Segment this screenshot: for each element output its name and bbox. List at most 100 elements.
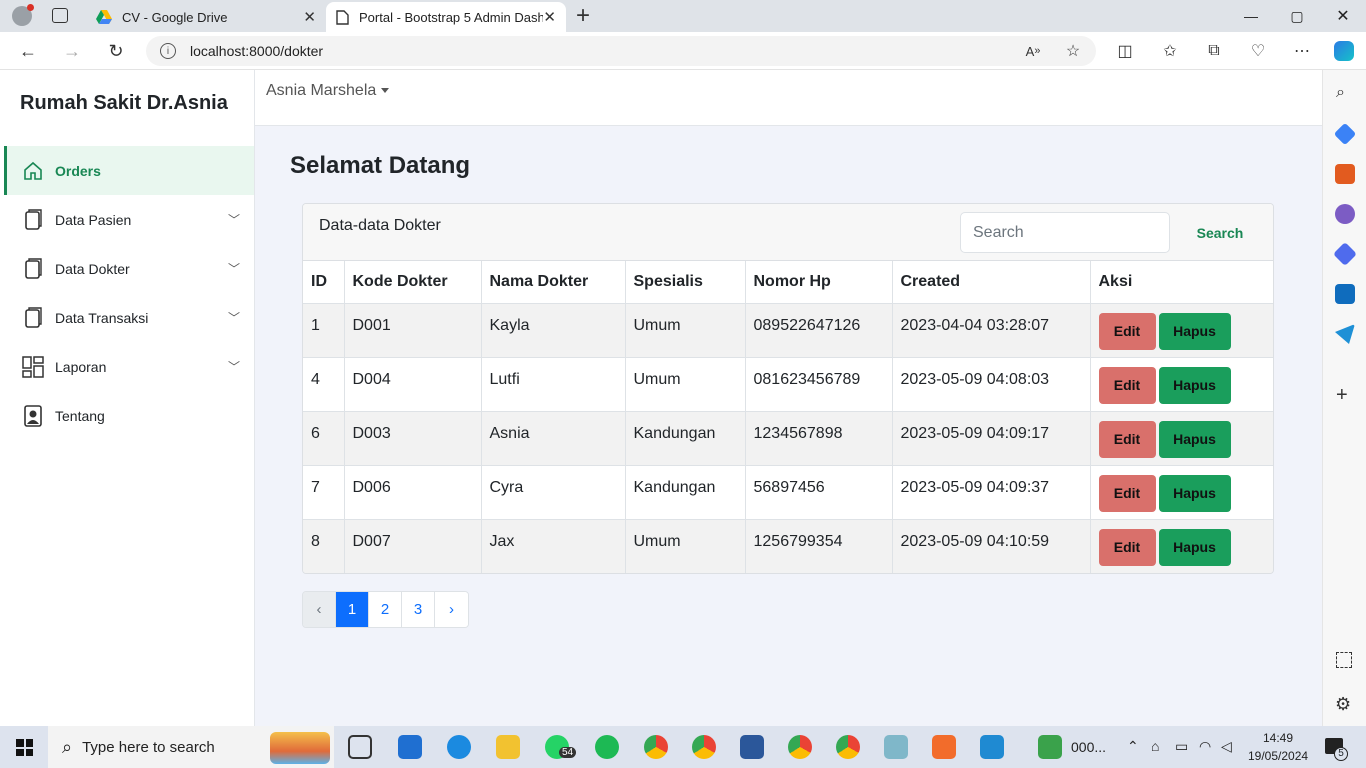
pagination-page-1[interactable]: 1	[336, 592, 369, 627]
cell-actions: Edit Hapus	[1090, 303, 1273, 358]
file-explorer-icon[interactable]	[496, 735, 520, 759]
tag-icon[interactable]	[1333, 122, 1357, 146]
pagination-page-2[interactable]: 2	[369, 592, 402, 627]
sidebar-item-label: Data Pasien	[55, 211, 132, 228]
favorites-icon[interactable]: ✩	[1155, 36, 1185, 66]
notepad-icon[interactable]	[884, 735, 908, 759]
sidebar-item-label: Tentang	[55, 407, 105, 424]
sidebar-item-laporan[interactable]: Laporan ﹀	[4, 342, 254, 391]
add-icon[interactable]: +	[1336, 384, 1348, 407]
sidebar-item-tentang[interactable]: Tentang	[4, 391, 254, 440]
outlook-icon[interactable]	[1335, 284, 1355, 304]
edit-button[interactable]: Edit	[1098, 366, 1156, 404]
search-icon[interactable]: ⌕	[1336, 84, 1345, 102]
maximize-button[interactable]: ▢	[1274, 0, 1320, 32]
collections-icon[interactable]: ⧉	[1199, 36, 1229, 66]
cell-spesialis: Kandungan	[625, 411, 746, 466]
notification-badge: 54	[559, 747, 577, 758]
battery-icon[interactable]: ▭	[1175, 738, 1188, 755]
whatsapp-icon[interactable]: 54	[545, 735, 577, 759]
user-dropdown[interactable]: Asnia Marshela	[266, 82, 390, 100]
caret-down-icon	[381, 88, 390, 94]
read-aloud-icon[interactable]: A»	[1018, 36, 1048, 66]
send-icon[interactable]	[1335, 324, 1355, 344]
cell-kode: D004	[344, 357, 482, 412]
screenshot-icon[interactable]	[1336, 652, 1352, 668]
chevron-up-icon[interactable]: ⌃	[1127, 738, 1139, 755]
settings-icon[interactable]: ⚙	[1335, 694, 1351, 715]
copilot-icon[interactable]	[1329, 36, 1359, 66]
taskbar-search-placeholder: Type here to search	[82, 738, 215, 756]
close-window-button[interactable]: ✕	[1320, 0, 1366, 32]
search-input[interactable]	[960, 212, 1170, 253]
address-bar[interactable]: i localhost:8000/dokter	[146, 36, 1096, 66]
sidebar-item-orders[interactable]: Orders	[4, 146, 254, 195]
tab-portal[interactable]: Portal - Bootstrap 5 Admin Dashb ✕	[326, 2, 566, 32]
delete-button[interactable]: Hapus	[1158, 420, 1231, 458]
page-content: Rumah Sakit Dr.Asnia Orders Data Pasien …	[4, 70, 1322, 726]
sidebar-item-data-dokter[interactable]: Data Dokter ﹀	[4, 244, 254, 293]
tablet-icon	[22, 208, 44, 231]
favorite-star-icon[interactable]: ☆	[1058, 36, 1088, 66]
new-tab-button[interactable]: +	[576, 2, 590, 30]
delete-button[interactable]: Hapus	[1158, 366, 1231, 404]
word-icon[interactable]	[740, 735, 764, 759]
refresh-icon[interactable]: ↻	[101, 36, 131, 66]
task-view-icon[interactable]	[348, 735, 372, 759]
usb-icon[interactable]: ⌂	[1151, 738, 1159, 754]
chrome-icon[interactable]	[836, 735, 860, 759]
brand-title: Rumah Sakit Dr.Asnia	[20, 92, 228, 114]
edit-button[interactable]: Edit	[1098, 312, 1156, 350]
page-icon	[336, 9, 349, 25]
sidebar: Rumah Sakit Dr.Asnia Orders Data Pasien …	[4, 70, 255, 726]
profile-icon[interactable]	[12, 4, 34, 26]
table-row: 4 D004 Lutfi Umum 081623456789 2023-05-0…	[303, 357, 1273, 412]
split-screen-icon[interactable]: ◫	[1110, 36, 1140, 66]
volume-icon[interactable]: ◁	[1221, 738, 1232, 755]
delete-button[interactable]: Hapus	[1158, 312, 1231, 350]
microsoft-365-icon[interactable]	[1332, 241, 1358, 267]
table-row: 6 D003 Asnia Kandungan 1234567898 2023-0…	[303, 411, 1273, 466]
edit-button[interactable]: Edit	[1098, 420, 1156, 458]
tab-actions-icon[interactable]	[52, 8, 68, 23]
mail-icon[interactable]	[398, 735, 422, 759]
windows-start-icon[interactable]	[16, 739, 33, 756]
games-icon[interactable]	[1335, 204, 1355, 224]
sidebar-item-data-transaksi[interactable]: Data Transaksi ﹀	[4, 293, 254, 342]
vscode-icon[interactable]	[980, 735, 1004, 759]
site-info-icon[interactable]: i	[160, 43, 176, 59]
forward-icon[interactable]: →	[57, 36, 87, 66]
toolbox-icon[interactable]	[1335, 164, 1355, 184]
minimize-button[interactable]: —	[1228, 0, 1274, 32]
edit-button[interactable]: Edit	[1098, 474, 1156, 512]
edge-browser-icon[interactable]	[447, 735, 471, 759]
stocks-widget-text[interactable]: 000...	[1071, 739, 1106, 755]
wifi-icon[interactable]: ◠	[1199, 738, 1211, 755]
grid-icon	[22, 355, 44, 378]
tab-close-icon[interactable]: ✕	[303, 8, 316, 26]
tablet-icon	[22, 306, 44, 329]
tab-close-icon[interactable]: ✕	[543, 8, 556, 26]
search-button[interactable]: Search	[1183, 212, 1257, 253]
xampp-icon[interactable]	[932, 735, 956, 759]
taskbar-search[interactable]: ⌕ Type here to search	[48, 726, 334, 768]
delete-button[interactable]: Hapus	[1158, 474, 1231, 512]
chrome-icon[interactable]	[692, 735, 716, 759]
pagination-next[interactable]: ›	[435, 592, 468, 627]
tab-google-drive[interactable]: CV - Google Drive ✕	[86, 2, 326, 32]
stocks-icon[interactable]	[1038, 735, 1062, 759]
sidebar-item-data-pasien[interactable]: Data Pasien ﹀	[4, 195, 254, 244]
pagination-page-3[interactable]: 3	[402, 592, 435, 627]
delete-button[interactable]: Hapus	[1158, 528, 1231, 566]
edit-button[interactable]: Edit	[1098, 528, 1156, 566]
back-icon[interactable]: ←	[13, 36, 43, 66]
pagination-prev[interactable]: ‹	[303, 592, 336, 627]
more-menu-icon[interactable]: ⋯	[1287, 36, 1317, 66]
chrome-icon[interactable]	[644, 735, 668, 759]
doctors-card: Data-data Dokter Search ID Kode Dokter N…	[302, 203, 1274, 574]
chrome-icon[interactable]	[788, 735, 812, 759]
clock-date[interactable]: 19/05/2024	[1248, 749, 1308, 763]
browser-essentials-icon[interactable]: ♡	[1243, 36, 1273, 66]
clock-time[interactable]: 14:49	[1263, 731, 1293, 745]
spotify-icon[interactable]	[595, 735, 619, 759]
